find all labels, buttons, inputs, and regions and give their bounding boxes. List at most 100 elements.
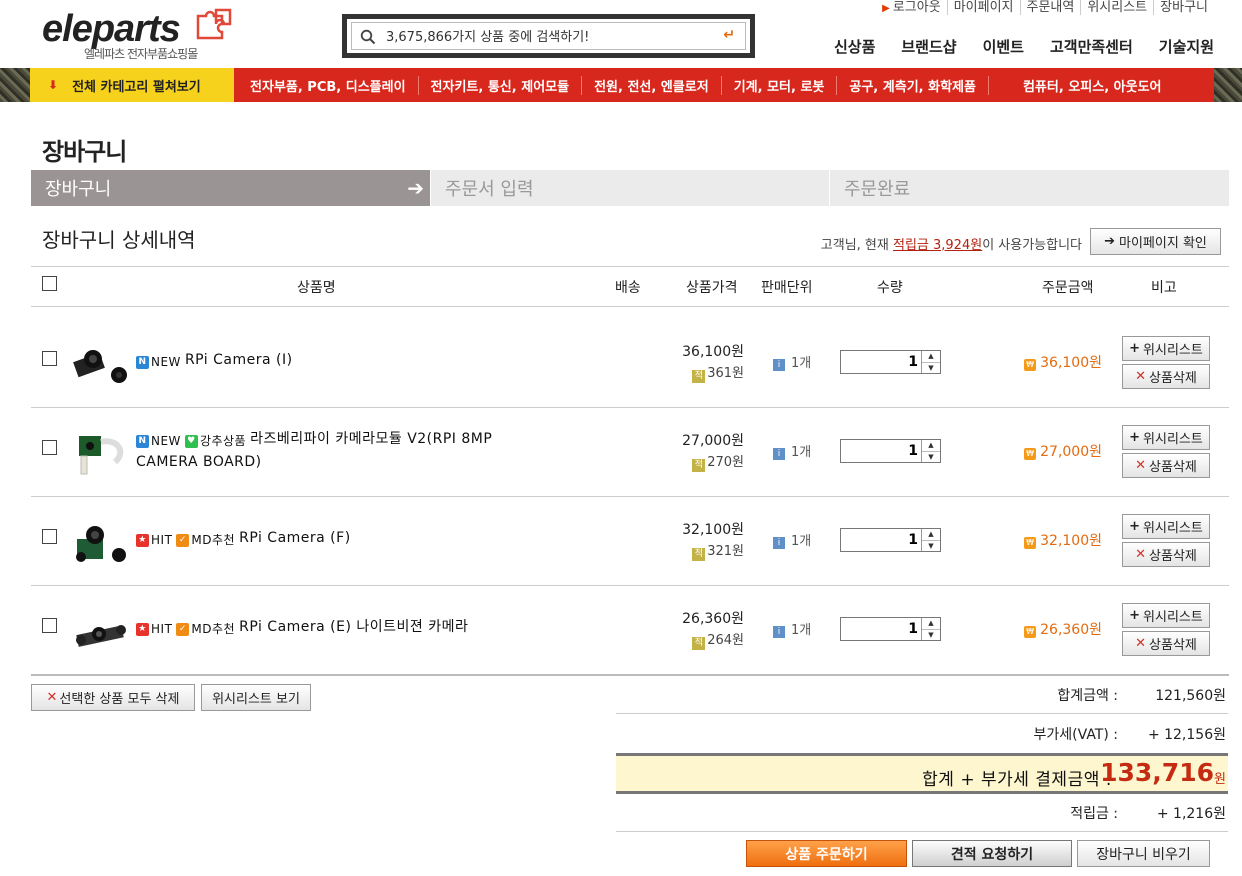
place-order-button[interactable]: 상품 주문하기	[746, 840, 907, 867]
row-checkbox[interactable]	[42, 440, 57, 455]
button-label: 상품삭제	[1149, 638, 1197, 653]
top-link-cart[interactable]: 장바구니	[1153, 0, 1214, 15]
product-thumbnail[interactable]	[71, 521, 131, 565]
nav-brand-shop[interactable]: 브랜드샵	[901, 36, 956, 57]
close-icon: ✕	[1135, 547, 1147, 562]
product-thumbnail[interactable]	[71, 343, 131, 387]
quantity-input[interactable]	[841, 529, 921, 551]
view-wishlist-button[interactable]: 위시리스트 보기	[201, 684, 311, 711]
info-icon[interactable]: i	[773, 448, 785, 460]
arrow-right-icon: ➔	[1104, 234, 1116, 249]
top-link-label: 로그아웃	[892, 0, 941, 15]
nav-tech-support[interactable]: 기술지원	[1159, 36, 1214, 57]
quantity-input[interactable]	[841, 351, 921, 373]
top-link-wishlist[interactable]: 위시리스트	[1080, 0, 1153, 15]
vat-value: + 12,156원	[1147, 727, 1226, 743]
star-icon: ★	[136, 623, 149, 636]
add-to-wishlist-button[interactable]: + 위시리스트	[1122, 514, 1210, 539]
search-icon[interactable]	[360, 29, 376, 45]
main-nav: 신상품 브랜드샵 이벤트 고객만족센터 기술지원	[834, 36, 1214, 57]
product-name[interactable]: N NEW RPi Camera (I)	[136, 350, 616, 373]
button-label: 상품삭제	[1149, 371, 1197, 386]
delete-item-button[interactable]: ✕ 상품삭제	[1122, 542, 1210, 567]
increase-icon[interactable]: ▲	[922, 618, 940, 629]
nav-events[interactable]: 이벤트	[983, 36, 1024, 57]
info-icon[interactable]: i	[773, 359, 785, 371]
amount-value: 27,000원	[1040, 444, 1102, 460]
decrease-icon[interactable]: ▼	[922, 451, 940, 462]
product-thumbnail[interactable]	[71, 610, 131, 654]
quantity-input[interactable]	[841, 440, 921, 462]
product-name[interactable]: ★ HIT ✓ MD추천 RPi Camera (E) 나이트비젼 카메라	[136, 617, 616, 640]
grand-total-label: 합계 + 부가세 결제금액 :	[922, 770, 1112, 790]
empty-cart-button[interactable]: 장바구니 비우기	[1077, 840, 1210, 867]
category-item[interactable]: 전자키트, 통신, 제어모듈	[417, 75, 582, 95]
increase-icon[interactable]: ▲	[922, 440, 940, 451]
top-link-logout[interactable]: ▶ 로그아웃	[876, 0, 947, 15]
site-logo[interactable]: eleparts 엘레파츠 전자부품쇼핑몰	[42, 6, 242, 62]
product-name[interactable]: ★ HIT ✓ MD추천 RPi Camera (F)	[136, 528, 616, 551]
product-thumbnail[interactable]	[71, 432, 131, 476]
close-icon: ✕	[46, 690, 58, 705]
nav-new-products[interactable]: 신상품	[834, 36, 875, 57]
category-item[interactable]: 전자부품, PCB, 디스플레이	[234, 76, 418, 95]
quantity-stepper: ▲▼	[840, 350, 941, 374]
pcb-decoration	[0, 68, 30, 102]
info-icon[interactable]: i	[773, 537, 785, 549]
decrease-icon[interactable]: ▼	[922, 362, 940, 373]
info-icon[interactable]: i	[773, 626, 785, 638]
sale-unit: i 1개	[773, 352, 811, 371]
won-icon: ₩	[1024, 537, 1037, 549]
product-name-text: RPi Camera (I)	[184, 352, 293, 368]
unit-value: 1개	[791, 356, 812, 371]
won-icon: ₩	[1024, 448, 1037, 460]
logo-subtitle: 엘레파츠 전자부품쇼핑몰	[84, 47, 198, 61]
mypage-confirm-button[interactable]: ➔ 마이페이지 확인	[1090, 228, 1221, 255]
category-item[interactable]: 전원, 전선, 엔클로저	[581, 75, 721, 95]
button-label: 상품삭제	[1149, 460, 1197, 475]
request-quote-button[interactable]: 견적 요청하기	[912, 840, 1072, 867]
delete-item-button[interactable]: ✕ 상품삭제	[1122, 631, 1210, 656]
product-name-text: 라즈베리파이 카메라모듈 V2(RPI 8MP	[250, 431, 493, 447]
increase-icon[interactable]: ▲	[922, 529, 940, 540]
add-to-wishlist-button[interactable]: + 위시리스트	[1122, 336, 1210, 361]
row-checkbox[interactable]	[42, 351, 57, 366]
all-categories-button[interactable]: ⬇ 전체 카테고리 펼쳐보기	[30, 68, 234, 102]
nav-customer-center[interactable]: 고객만족센터	[1050, 36, 1133, 57]
row-checkbox[interactable]	[42, 529, 57, 544]
quantity-input[interactable]	[841, 618, 921, 640]
step-label: 주문서 입력	[445, 179, 534, 200]
delete-selected-button[interactable]: ✕ 선택한 상품 모두 삭제	[31, 684, 195, 711]
step-cart: 장바구니 ➔	[31, 170, 430, 206]
points-note-prefix: 고객님, 현재	[820, 238, 893, 253]
delete-item-button[interactable]: ✕ 상품삭제	[1122, 453, 1210, 478]
badge-label: HIT	[151, 622, 173, 636]
decrease-icon[interactable]: ▼	[922, 629, 940, 640]
button-label: 위시리스트	[1143, 343, 1203, 358]
row-checkbox[interactable]	[42, 618, 57, 633]
hit-badge: ★ HIT	[136, 530, 172, 551]
increase-icon[interactable]: ▲	[922, 351, 940, 362]
search-input[interactable]	[386, 26, 716, 48]
top-link-mypage[interactable]: 마이페이지	[946, 0, 1020, 15]
category-item[interactable]: 컴퓨터, 오피스, 아웃도어	[987, 75, 1174, 95]
top-link-orders[interactable]: 주문내역	[1019, 0, 1081, 15]
category-item[interactable]: 공구, 계측기, 화학제품	[836, 75, 988, 95]
decrease-icon[interactable]: ▼	[922, 540, 940, 551]
button-label: 상품삭제	[1149, 549, 1197, 564]
category-item[interactable]: 기계, 모터, 로봇	[720, 75, 837, 95]
button-label: 위시리스트	[1143, 432, 1203, 447]
add-to-wishlist-button[interactable]: + 위시리스트	[1122, 603, 1210, 628]
points-amount-link[interactable]: 적립금 3,924원	[893, 238, 982, 253]
col-unit: 판매단위	[761, 280, 813, 296]
add-to-wishlist-button[interactable]: + 위시리스트	[1122, 425, 1210, 450]
select-all-checkbox[interactable]	[42, 276, 57, 291]
col-note: 비고	[1151, 280, 1177, 296]
points-icon: 적	[692, 637, 706, 650]
delete-item-button[interactable]: ✕ 상품삭제	[1122, 364, 1210, 389]
product-name[interactable]: N NEW ♥ 강추상품 라즈베리파이 카메라모듈 V2(RPI 8MP CAMERA …	[136, 429, 616, 473]
product-points: 적 264원	[692, 629, 744, 650]
badge-label: MD추천	[191, 622, 236, 636]
enter-icon[interactable]: ↵	[723, 27, 735, 43]
check-icon: ✓	[176, 534, 190, 547]
